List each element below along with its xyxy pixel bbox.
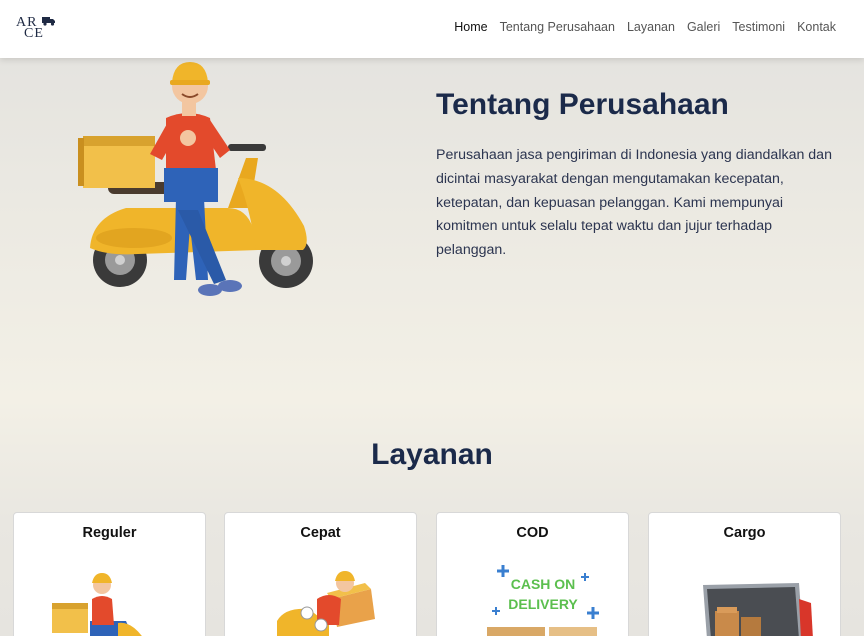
courier-with-scooter-illustration bbox=[78, 62, 313, 296]
service-card-cepat[interactable]: Cepat bbox=[224, 512, 417, 636]
service-card-title: COD bbox=[516, 525, 549, 541]
service-card-title: Cargo bbox=[723, 525, 766, 541]
nav-tentang-perusahaan[interactable]: Tentang Perusahaan bbox=[500, 19, 615, 35]
about-title: Tentang Perusahaan bbox=[436, 88, 729, 121]
cash-on-delivery-illustration: CASH ON DELIVERY bbox=[487, 565, 599, 636]
service-card-cod[interactable]: COD CASH ON DELIVERY bbox=[436, 512, 629, 636]
nav-layanan[interactable]: Layanan bbox=[627, 19, 675, 35]
navbar: AR CE Home Tentang Perusahaan Layanan Ga… bbox=[0, 0, 864, 58]
nav-galeri[interactable]: Galeri bbox=[687, 19, 720, 35]
about-description: Perusahaan jasa pengiriman di Indonesia … bbox=[436, 147, 832, 259]
service-card-reguler[interactable]: Reguler bbox=[13, 512, 206, 636]
truck-icon bbox=[42, 17, 55, 26]
nav-kontak[interactable]: Kontak bbox=[797, 19, 836, 35]
service-card-title: Cepat bbox=[300, 525, 341, 541]
nav-menu: Home Tentang Perusahaan Layanan Galeri T… bbox=[454, 19, 836, 35]
cod-image-text-2: DELIVERY bbox=[508, 596, 578, 612]
nav-home[interactable]: Home bbox=[454, 19, 487, 35]
logo-text-bottom: CE bbox=[24, 26, 44, 41]
cargo-truck-illustration bbox=[703, 583, 813, 636]
brand-logo[interactable]: AR CE bbox=[16, 14, 58, 42]
nav-testimoni[interactable]: Testimoni bbox=[732, 19, 785, 35]
services-title: Layanan bbox=[371, 438, 493, 471]
courier-on-scooter-illustration bbox=[52, 573, 142, 636]
service-card-cargo[interactable]: Cargo bbox=[648, 512, 841, 636]
service-card-title: Reguler bbox=[82, 525, 137, 541]
cod-image-text-1: CASH ON bbox=[511, 576, 576, 592]
fast-courier-illustration bbox=[277, 571, 375, 636]
